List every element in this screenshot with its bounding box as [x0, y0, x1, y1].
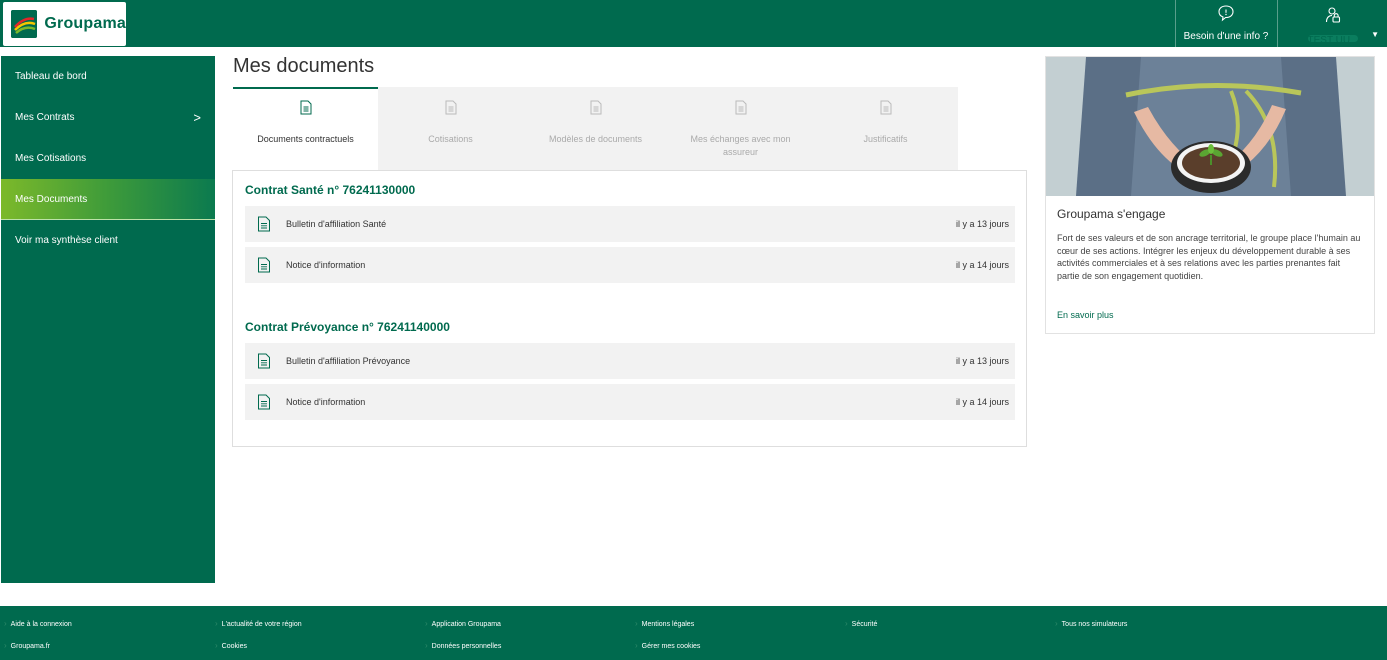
document-icon [445, 100, 457, 119]
document-icon [257, 216, 271, 232]
tab-mes-echanges[interactable]: Mes échanges avec mon assureur [668, 87, 813, 170]
sidebar-item-label: Mes Contrats [15, 112, 75, 123]
document-name: Bulletin d'affiliation Santé [286, 219, 387, 229]
document-row[interactable]: Bulletin d'affiliation Prévoyance il y a… [245, 343, 1015, 379]
footer-link[interactable]: › Mentions légales [635, 619, 694, 628]
chevron-right-icon: › [1055, 619, 1058, 628]
documents-panel: Contrat Santé n° 76241130000 Bulletin d'… [232, 170, 1027, 447]
document-name: Notice d'information [286, 260, 366, 270]
chevron-right-icon: > [193, 110, 201, 125]
footer-link-label: Aide à la connexion [10, 621, 72, 628]
tab-label: Documents contractuels [257, 134, 354, 144]
chat-bubble-icon [1217, 4, 1235, 27]
document-date: il y a 13 jours [955, 356, 1009, 366]
chevron-right-icon: › [635, 619, 638, 628]
footer-link-label: Gérer mes cookies [641, 643, 701, 650]
chevron-down-icon[interactable]: ▼ [1371, 30, 1379, 39]
sidebar-item-mes-contrats[interactable]: Mes Contrats > [1, 97, 215, 138]
sidebar-item-mes-documents[interactable]: Mes Documents [1, 179, 215, 220]
footer-link[interactable]: › Sécurité [845, 619, 877, 628]
logo-text: Groupama [44, 15, 126, 32]
tab-label: Modèles de documents [548, 134, 643, 144]
help-label: Besoin d'une info ? [1183, 31, 1269, 42]
document-icon [257, 257, 271, 273]
groupama-logo-icon [11, 10, 38, 38]
promo-title: Groupama s'engage [1057, 207, 1166, 221]
promo-image [1046, 57, 1374, 196]
tab-modeles-de-documents[interactable]: Modèles de documents [523, 87, 668, 170]
tab-label: Cotisations [428, 134, 473, 144]
document-name: Bulletin d'affiliation Prévoyance [286, 356, 411, 366]
footer: › Aide à la connexion › L'actualité de vot… [0, 606, 1387, 660]
chevron-right-icon: › [635, 641, 638, 650]
footer-link-label: Sécurité [851, 621, 878, 628]
sidebar-item-mes-cotisations[interactable]: Mes Cotisations [1, 138, 215, 179]
document-name: Notice d'information [286, 397, 366, 407]
chevron-right-icon: › [215, 619, 218, 628]
footer-link-label: Application Groupama [431, 621, 501, 628]
groupama-logo[interactable]: Groupama [3, 2, 126, 46]
chevron-right-icon: › [4, 619, 7, 628]
user-menu[interactable]: TEST UU ▼ [1278, 0, 1387, 47]
document-row[interactable]: Notice d'information il y a 14 jours [245, 247, 1015, 283]
promo-card: Groupama s'engage Fort de ses valeurs et… [1045, 56, 1375, 334]
footer-link[interactable]: › Aide à la connexion [4, 619, 72, 628]
document-tabs: Documents contractuels Cotisations Modèl… [233, 87, 958, 170]
document-date: il y a 14 jours [955, 260, 1009, 270]
page-title: Mes documents [233, 55, 375, 77]
document-icon [880, 100, 892, 119]
sidebar-item-tableau-de-bord[interactable]: Tableau de bord [1, 56, 215, 97]
footer-link[interactable]: › Gérer mes cookies [635, 641, 700, 650]
footer-link-label: L'actualité de votre région [221, 621, 302, 628]
user-name: TEST UU [1307, 35, 1358, 42]
document-icon [257, 394, 271, 410]
tab-label: Justificatifs [863, 134, 908, 144]
document-row[interactable]: Notice d'information il y a 14 jours [245, 384, 1015, 420]
tab-documents-contractuels[interactable]: Documents contractuels [233, 87, 378, 170]
footer-link[interactable]: › L'actualité de votre région [215, 619, 302, 628]
footer-link-label: Données personnelles [431, 643, 502, 650]
user-icon [1324, 6, 1342, 29]
document-icon [257, 353, 271, 369]
contract-title: Contrat Santé n° 76241130000 [245, 183, 416, 197]
footer-link-label: Groupama.fr [10, 643, 50, 650]
footer-link[interactable]: › Tous nos simulateurs [1055, 619, 1127, 628]
footer-link-label: Mentions légales [641, 621, 695, 628]
promo-link[interactable]: En savoir plus [1057, 310, 1114, 320]
chevron-right-icon: › [845, 619, 848, 628]
document-row[interactable]: Bulletin d'affiliation Santé il y a 13 j… [245, 206, 1015, 242]
chevron-right-icon: › [425, 641, 428, 650]
footer-link-label: Tous nos simulateurs [1061, 621, 1128, 628]
footer-link[interactable]: › Données personnelles [425, 641, 501, 650]
sidebar-item-label: Voir ma synthèse client [15, 235, 118, 246]
sidebar-item-label: Mes Documents [15, 193, 88, 205]
top-header: Groupama Besoin d'une info ? TEST UU ▼ [0, 0, 1387, 47]
document-icon [735, 100, 747, 119]
footer-link-label: Cookies [221, 643, 247, 650]
document-icon [300, 100, 312, 119]
document-icon [590, 100, 602, 119]
tab-label: Mes échanges avec mon assureur [690, 134, 791, 157]
sidebar-item-synthese-client[interactable]: Voir ma synthèse client [1, 220, 215, 261]
promo-text: Fort de ses valeurs et de son ancrage te… [1057, 233, 1361, 281]
chevron-right-icon: › [4, 641, 7, 650]
contract-title: Contrat Prévoyance n° 76241140000 [245, 320, 450, 334]
document-date: il y a 13 jours [955, 219, 1009, 229]
footer-link[interactable]: › Application Groupama [425, 619, 501, 628]
chevron-right-icon: › [215, 641, 218, 650]
sidebar-item-label: Mes Cotisations [15, 153, 87, 164]
sidebar-item-label: Tableau de bord [15, 71, 87, 82]
footer-link[interactable]: › Cookies [215, 641, 247, 650]
help-button[interactable]: Besoin d'une info ? [1176, 0, 1276, 47]
footer-link[interactable]: › Groupama.fr [4, 641, 50, 650]
tab-justificatifs[interactable]: Justificatifs [813, 87, 958, 170]
chevron-right-icon: › [425, 619, 428, 628]
document-date: il y a 14 jours [955, 397, 1009, 407]
tab-cotisations[interactable]: Cotisations [378, 87, 523, 170]
sidebar-nav: Tableau de bord Mes Contrats > Mes Cotis… [1, 56, 215, 583]
